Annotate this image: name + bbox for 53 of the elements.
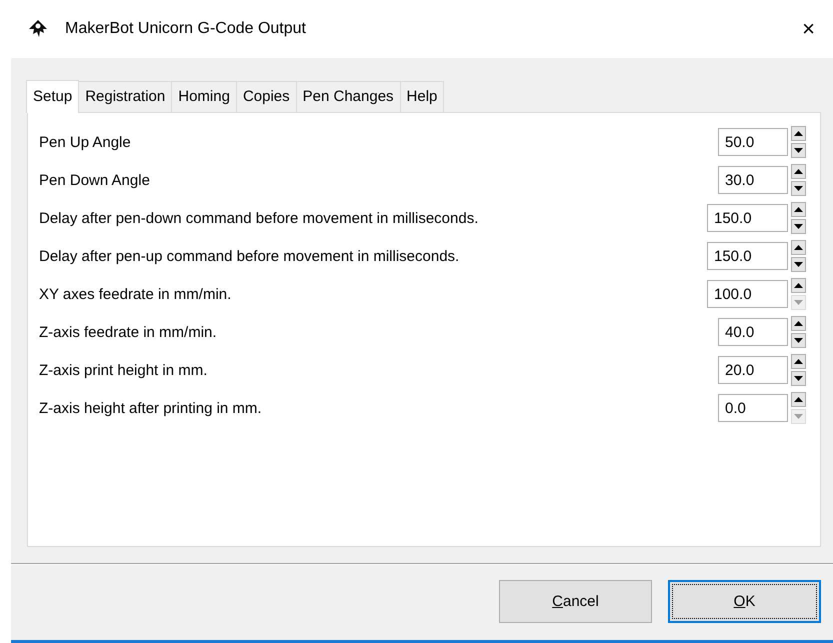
tab[interactable]: Setup <box>26 80 80 113</box>
up-arrow-icon <box>794 396 803 402</box>
setting-label: Z-axis feedrate in mm/min. <box>39 324 218 340</box>
down-arrow-icon <box>794 300 803 306</box>
tab[interactable]: Help <box>400 81 444 112</box>
setting-label: Pen Down Angle <box>39 172 151 188</box>
spin-down-button[interactable] <box>791 371 806 386</box>
up-arrow-icon <box>794 358 803 364</box>
down-arrow-icon <box>794 414 803 420</box>
down-arrow-icon <box>794 186 803 192</box>
spin-up-button[interactable] <box>791 392 806 407</box>
spin-down-button[interactable] <box>791 257 806 272</box>
setting-label: Pen Up Angle <box>39 134 132 150</box>
number-field[interactable]: 0.0 <box>718 394 788 422</box>
number-field[interactable]: 50.0 <box>718 128 788 156</box>
setting-label: Delay after pen-up command before movement in milliseconds. <box>39 248 460 264</box>
up-arrow-icon <box>794 168 803 174</box>
number-field[interactable]: 30.0 <box>718 166 788 194</box>
number-field[interactable]: 150.0 <box>707 204 788 232</box>
window-title: MakerBot Unicorn G-Code Output <box>65 20 307 38</box>
down-arrow-icon <box>794 224 803 230</box>
down-arrow-icon <box>794 376 803 382</box>
down-arrow-icon <box>794 338 803 344</box>
setting-label: XY axes feedrate in mm/min. <box>39 286 232 302</box>
down-arrow-icon <box>794 148 803 154</box>
up-arrow-icon <box>794 320 803 326</box>
spin-down-button[interactable] <box>791 219 806 234</box>
close-icon[interactable]: × <box>798 16 819 42</box>
number-field[interactable]: 40.0 <box>718 318 788 346</box>
spin-up-button[interactable] <box>791 278 806 293</box>
setting-label: Z-axis height after printing in mm. <box>39 400 263 416</box>
number-field[interactable]: 150.0 <box>707 242 788 270</box>
setting-label: Delay after pen-down command before movement in milliseconds. <box>39 210 480 226</box>
app-icon <box>27 19 49 39</box>
cancel-button[interactable]: Cancel <box>499 580 652 623</box>
spin-up-button[interactable] <box>791 164 806 179</box>
setting-label: Z-axis print height in mm. <box>39 362 208 378</box>
spin-up-button[interactable] <box>791 316 806 331</box>
spin-down-button[interactable] <box>791 181 806 196</box>
up-arrow-icon <box>794 244 803 250</box>
spin-up-button[interactable] <box>791 126 806 141</box>
number-field[interactable]: 20.0 <box>718 356 788 384</box>
down-arrow-icon <box>794 262 803 268</box>
spin-down-button[interactable] <box>791 333 806 348</box>
spin-down-button[interactable] <box>791 143 806 158</box>
up-arrow-icon <box>794 206 803 212</box>
spin-up-button[interactable] <box>791 202 806 217</box>
number-field[interactable]: 100.0 <box>707 280 788 308</box>
spin-up-button[interactable] <box>791 240 806 255</box>
up-arrow-icon <box>794 282 803 288</box>
spin-up-button[interactable] <box>791 354 806 369</box>
up-arrow-icon <box>794 130 803 136</box>
ok-button[interactable]: OK <box>668 580 821 623</box>
